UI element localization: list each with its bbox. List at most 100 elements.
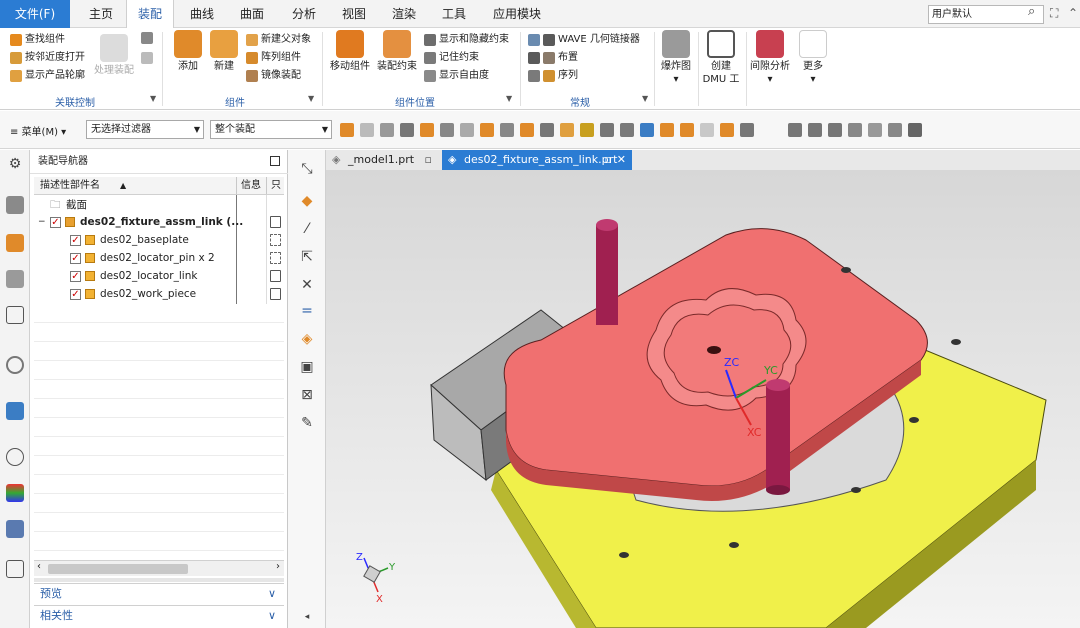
view-fit-icon[interactable] [788, 123, 802, 137]
snap-existing-icon[interactable] [620, 123, 634, 137]
select-body-icon[interactable] [400, 123, 414, 137]
search-icon[interactable]: ⌕ [1028, 4, 1035, 19]
tree-row-child[interactable]: ✓ des02_locator_link [34, 267, 284, 285]
view-rotate-icon[interactable] [848, 123, 862, 137]
new-component-button[interactable]: 新建 [204, 30, 244, 73]
web-browser-icon[interactable] [6, 402, 24, 420]
maximize-icon[interactable] [270, 156, 280, 166]
panel-splitter[interactable] [34, 578, 284, 582]
tree-row-child[interactable]: ✓ des02_baseplate [34, 231, 284, 249]
snap-arc-icon[interactable] [600, 123, 614, 137]
render-style-icon[interactable] [868, 123, 882, 137]
expand-arrow-icon[interactable]: ◂ [298, 608, 316, 626]
exploded-view-button[interactable]: 爆炸图 ▾ [656, 30, 696, 86]
column-header-info[interactable]: 信息 [241, 177, 261, 195]
menu-tab-view[interactable]: 视图 [332, 0, 376, 28]
menu-tab-surface[interactable]: 曲面 [230, 0, 274, 28]
copy-icon[interactable] [141, 32, 153, 44]
system-scene-icon[interactable] [6, 560, 24, 578]
tab-model1[interactable]: ◈ _model1.prt ▫ [326, 150, 438, 170]
snap-bounded-icon[interactable] [660, 123, 674, 137]
interference-analysis-button[interactable]: 间隙分析 ▾ [748, 30, 792, 86]
add-component-tool-icon[interactable]: ◆ [298, 192, 316, 210]
layout-button[interactable]: 布置 [528, 50, 578, 66]
close-icon[interactable]: ✕ [617, 150, 626, 170]
dependency-section[interactable]: 相关性 ∨ [34, 605, 284, 625]
checkbox-checked-icon[interactable]: ✓ [70, 253, 81, 264]
replace-component-icon[interactable]: ◈ [298, 330, 316, 348]
show-product-outline-button[interactable]: 显示产品轮廓 [10, 68, 85, 84]
snap-quadrant-icon[interactable] [560, 123, 574, 137]
column-header-readonly[interactable]: 只 [271, 177, 281, 195]
snap-end-icon[interactable] [460, 123, 474, 137]
select-component-icon[interactable] [420, 123, 434, 137]
tree-row-section[interactable]: 🗀 截面 [34, 196, 284, 214]
equals-icon[interactable]: = [298, 302, 316, 320]
select-feature-icon[interactable] [340, 123, 354, 137]
create-dmu-button[interactable]: 创建 DMU 工 [700, 30, 742, 86]
pin-icon[interactable]: ⤡ [298, 160, 316, 178]
group-expand-icon[interactable]: ▼ [150, 94, 156, 103]
snap-line-icon[interactable] [700, 123, 714, 137]
snap-midpoint-icon[interactable] [740, 123, 754, 137]
model-view[interactable]: ZC YC XC Z Y X [326, 170, 1080, 628]
horizontal-scrollbar[interactable]: ‹ › [34, 560, 284, 576]
type-filter-dropdown[interactable]: 无选择过滤器 ▼ [86, 120, 204, 139]
sequence-button[interactable]: 序列 [528, 68, 578, 84]
menu-button[interactable]: ≡ 菜单(M) ▾ [10, 123, 66, 138]
collapse-toggle-icon[interactable]: − [38, 213, 46, 231]
group-expand-icon[interactable]: ▼ [506, 94, 512, 103]
scroll-right-icon[interactable]: › [276, 561, 280, 572]
show-hide-constraint-button[interactable]: 显示和隐藏约束 [424, 32, 509, 48]
close-part-icon[interactable]: ⊠ [298, 386, 316, 404]
group-expand-icon[interactable]: ▼ [308, 94, 314, 103]
assembly-navigator-icon[interactable] [6, 196, 24, 214]
menu-tab-analysis[interactable]: 分析 [282, 0, 326, 28]
process-assembly-button[interactable]: 处理装配 [92, 34, 136, 77]
part-navigator-icon[interactable] [6, 270, 24, 288]
view-zoom-icon[interactable] [808, 123, 822, 137]
history-icon[interactable] [6, 356, 24, 374]
scope-dropdown[interactable]: 整个装配 ▼ [210, 120, 332, 139]
menu-file[interactable]: 文件(F) [0, 0, 70, 28]
graphics-window[interactable]: ZC YC XC Z Y X [326, 170, 1080, 628]
remember-constraint-button[interactable]: 记住约束 [424, 50, 479, 66]
tree-row-child[interactable]: ✓ des02_work_piece [34, 285, 284, 303]
find-component-button[interactable]: 查找组件 [10, 32, 65, 48]
menu-tab-applications[interactable]: 应用模块 [486, 0, 548, 28]
locator-pin-1[interactable] [596, 225, 618, 325]
snap-tangent-icon[interactable] [580, 123, 594, 137]
snap-curve-icon[interactable] [720, 123, 734, 137]
snap-intersection-icon[interactable] [540, 123, 554, 137]
wave-linker-button[interactable]: WAVE 几何链接器 [528, 32, 640, 48]
snap-center-icon[interactable] [520, 123, 534, 137]
snap-control-icon[interactable] [500, 123, 514, 137]
role-icon[interactable] [6, 520, 24, 538]
more-button[interactable]: 更多 ▾ [794, 30, 832, 86]
snap-point-icon[interactable] [440, 123, 454, 137]
tab-fixture-assembly[interactable]: ◈ des02_fixture_assm_link.prt ▫ ✕ [442, 150, 632, 170]
move-component-button[interactable]: 移动组件 [328, 30, 372, 73]
snap-face-icon[interactable] [640, 123, 654, 137]
menu-tab-curve[interactable]: 曲线 [180, 0, 224, 28]
column-header-name[interactable]: 描述性部件名 [40, 177, 100, 195]
show-dof-button[interactable]: 显示自由度 [424, 68, 489, 84]
constraint-navigator-icon[interactable] [6, 234, 24, 252]
delete-icon[interactable]: ✕ [298, 276, 316, 294]
menu-tab-home[interactable]: 主页 [80, 0, 122, 28]
paste-icon[interactable] [141, 52, 153, 64]
tree-row-root[interactable]: − ✓ des02_fixture_assm_link (... [34, 213, 284, 231]
checkbox-checked-icon[interactable]: ✓ [70, 235, 81, 246]
mirror-assembly-button[interactable]: 镜像装配 [246, 68, 301, 84]
sort-up-icon[interactable]: ▲ [120, 177, 126, 195]
menu-tab-tools[interactable]: 工具 [432, 0, 476, 28]
snap-pole-icon[interactable] [680, 123, 694, 137]
menu-tab-render[interactable]: 渲染 [382, 0, 426, 28]
shading-icon[interactable] [908, 123, 922, 137]
assembly-constraint-button[interactable]: 装配约束 [374, 30, 420, 73]
open-by-proximity-button[interactable]: 按邻近度打开 [10, 50, 85, 66]
view-pan-icon[interactable] [828, 123, 842, 137]
save-icon[interactable]: ▣ [298, 358, 316, 376]
array-component-button[interactable]: 阵列组件 [246, 50, 301, 66]
preview-section[interactable]: 预览 ∨ [34, 583, 284, 603]
